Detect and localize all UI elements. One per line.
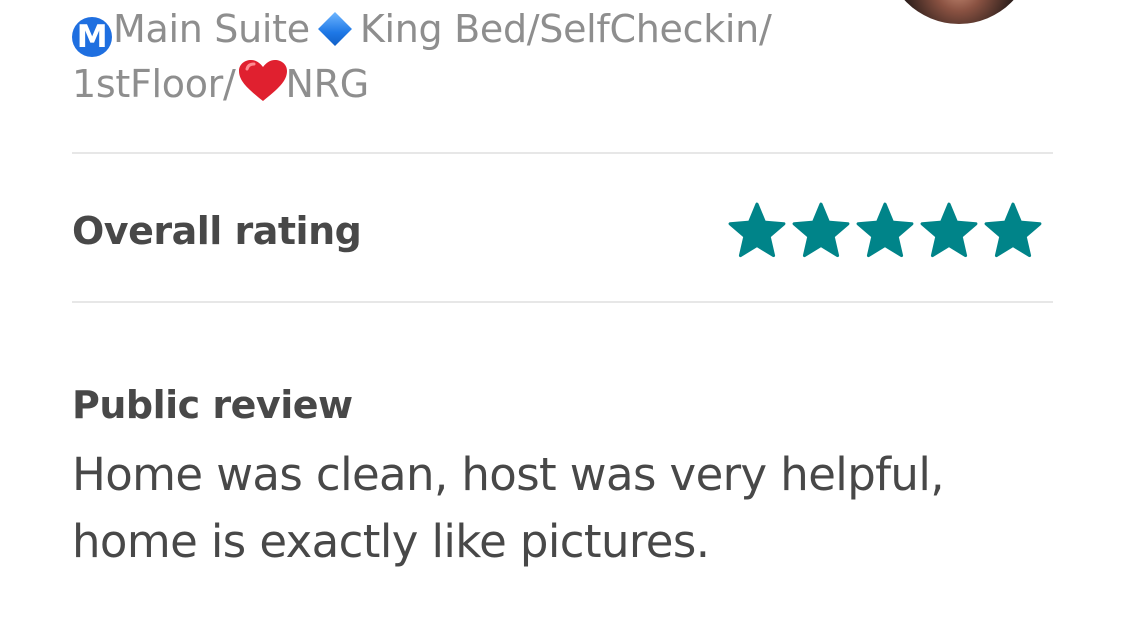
- overall-rating-label: Overall rating: [72, 209, 362, 253]
- listing-name-part1: Main Suite: [113, 7, 310, 51]
- star-icon: [920, 202, 978, 258]
- blue-diamond-icon: [317, 12, 352, 46]
- public-review-heading: Public review: [72, 383, 353, 427]
- guest-avatar[interactable]: [885, 0, 1033, 24]
- listing-title: M Main Suite King Bed/SelfCheckin/1stFloor…: [72, 2, 872, 117]
- listing-name-part4: NRG: [285, 62, 370, 106]
- star-icon: [984, 202, 1042, 258]
- listing-name-part2: King Bed/SelfCheckin/: [359, 7, 772, 51]
- star-icon: [728, 202, 786, 258]
- star-rating: [726, 200, 1044, 262]
- star-icon: [792, 202, 850, 258]
- star-icon: [856, 202, 914, 258]
- divider: [72, 152, 1053, 154]
- public-review-text: Home was clean, host was very helpful, h…: [72, 448, 945, 568]
- listing-name-part3: 1stFloor/: [72, 62, 236, 106]
- red-heart-icon: [238, 59, 288, 117]
- divider: [72, 301, 1053, 303]
- m-circle-icon: M: [72, 17, 112, 57]
- review-detail-page: M Main Suite King Bed/SelfCheckin/1stFloor…: [0, 0, 1125, 631]
